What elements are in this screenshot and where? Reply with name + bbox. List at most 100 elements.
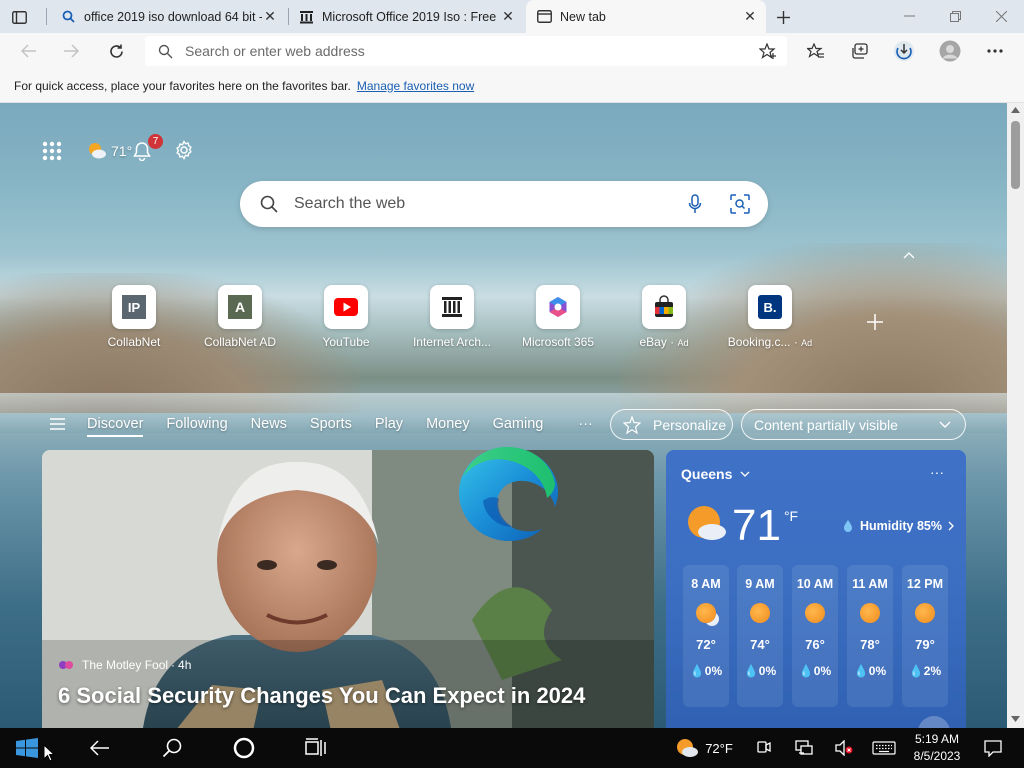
clock-time: 5:19 AM (914, 732, 960, 746)
new-tab-page: 71° 7 Search the web IP CollabNet A Coll… (0, 103, 1007, 728)
clock[interactable]: 5:19 AM 8/5/2023 (906, 728, 968, 768)
tab-actions-button[interactable] (10, 8, 28, 26)
quick-link-internet-archive[interactable]: Internet Arch... (402, 285, 502, 349)
notification-center-button[interactable] (980, 728, 1006, 768)
microphone-icon[interactable] (688, 194, 702, 214)
quick-link-collabnet[interactable]: IP CollabNet (84, 285, 184, 349)
restore-icon (949, 10, 961, 22)
add-favorite-icon[interactable] (759, 43, 777, 60)
collections-icon (852, 42, 868, 59)
quick-link-label: CollabNet (107, 335, 161, 349)
tab-sports[interactable]: Sports (310, 416, 352, 432)
humidity-value: Humidity 85% (860, 519, 942, 533)
tab-title: New tab (560, 9, 606, 24)
weather-scroll-button[interactable] (918, 716, 950, 728)
task-view-button[interactable] (296, 728, 336, 768)
close-icon (995, 10, 1007, 22)
page-settings-button[interactable] (172, 138, 196, 162)
manage-favorites-link[interactable]: Manage favorites now (357, 79, 474, 93)
favorites-bar: For quick access, place your favorites h… (0, 69, 1024, 103)
weather-more-button[interactable]: ··· (930, 464, 944, 480)
tab-new-tab[interactable]: New tab ✕ (526, 0, 766, 33)
profile-button[interactable] (935, 36, 965, 66)
minimize-button[interactable] (898, 6, 920, 26)
action-center-icon (984, 739, 1002, 757)
more-tabs-button[interactable]: ··· (578, 416, 593, 432)
page-scrollbar[interactable] (1007, 103, 1024, 728)
weather-location-dropdown[interactable]: Queens (681, 466, 750, 482)
taskbar-search-button[interactable] (152, 728, 192, 768)
chevron-down-icon (740, 471, 750, 477)
address-placeholder: Search or enter web address (185, 43, 365, 59)
content-visibility-dropdown[interactable]: Content partially visible (741, 409, 966, 440)
settings-and-more-button[interactable] (980, 36, 1010, 66)
forecast-precipitation: 💧2% (908, 664, 942, 678)
tab-search-results[interactable]: office 2019 iso download 64 bit - ✕ (50, 0, 286, 33)
weather-button[interactable]: 71° (86, 139, 132, 163)
personalize-label: Personalize (653, 416, 727, 433)
weather-card[interactable]: Queens ··· 71 °F Humidity 85% 8 AM 72° 💧… (666, 450, 966, 728)
quick-link-microsoft-365[interactable]: Microsoft 365 (508, 285, 608, 349)
keyboard-icon[interactable] (870, 728, 898, 768)
tab-news[interactable]: News (251, 416, 287, 432)
tab-discover[interactable]: Discover (87, 416, 144, 437)
quick-link-label: Microsoft 365 (521, 335, 595, 349)
address-bar[interactable]: Search or enter web address (145, 36, 787, 66)
close-tab-icon[interactable]: ✕ (742, 8, 758, 25)
tab-gaming[interactable]: Gaming (493, 416, 544, 432)
web-search-box[interactable]: Search the web (240, 181, 768, 227)
youtube-icon (324, 285, 368, 329)
droplet-icon: 💧 (908, 664, 924, 678)
sunny-icon (860, 603, 880, 623)
scroll-up-icon[interactable] (1011, 107, 1020, 113)
tab-title: Microsoft Office 2019 Iso : Free D (322, 9, 500, 24)
quick-link-booking[interactable]: B. Booking.c... · Ad (720, 285, 820, 349)
collabnet-icon: IP (112, 285, 156, 329)
tab-strip: office 2019 iso download 64 bit - ✕ Micr… (0, 0, 1024, 33)
forward-arrow-icon (64, 44, 79, 58)
back-button[interactable] (14, 36, 44, 66)
feed-menu-icon[interactable] (50, 418, 65, 430)
hourly-forecast-11am: 11 AM 78° 💧0% (847, 565, 893, 707)
tab-archive-page[interactable]: Microsoft Office 2019 Iso : Free D ✕ (288, 0, 524, 33)
tab-separator (46, 8, 47, 25)
app-launcher-button[interactable] (40, 139, 64, 163)
scrollbar-thumb[interactable] (1011, 121, 1020, 189)
refresh-button[interactable] (101, 36, 131, 66)
quick-link-ebay[interactable]: eBay · Ad (614, 285, 714, 349)
quick-link-youtube[interactable]: YouTube (296, 285, 396, 349)
ad-badge: Ad (801, 338, 813, 348)
new-tab-button[interactable] (772, 6, 794, 28)
close-tab-icon[interactable]: ✕ (262, 8, 278, 25)
favorites-button[interactable] (801, 36, 831, 66)
droplet-icon: 💧 (743, 664, 759, 678)
volume-muted-icon[interactable] (832, 728, 856, 768)
collapse-chevron-icon[interactable] (900, 246, 918, 264)
collections-button[interactable] (845, 36, 875, 66)
news-card[interactable]: The Motley Fool · 4h 6 Social Security C… (42, 450, 654, 728)
close-window-button[interactable] (990, 6, 1012, 26)
tab-following[interactable]: Following (166, 416, 227, 432)
scroll-down-icon[interactable] (1011, 716, 1020, 722)
network-icon[interactable] (792, 728, 816, 768)
cortana-button[interactable] (224, 728, 264, 768)
taskbar-back-button[interactable] (80, 728, 120, 768)
add-quick-link-button[interactable] (864, 311, 886, 333)
tab-play[interactable]: Play (375, 416, 403, 432)
forecast-time: 10 AM (796, 577, 834, 591)
news-headline[interactable]: 6 Social Security Changes You Can Expect… (58, 683, 585, 709)
tab-money[interactable]: Money (426, 416, 470, 432)
forward-button[interactable] (56, 36, 86, 66)
quick-link-collabnet-ad[interactable]: A CollabNet AD (190, 285, 290, 349)
visual-search-icon[interactable] (730, 194, 750, 214)
close-tab-icon[interactable]: ✕ (500, 8, 516, 25)
restore-button[interactable] (944, 6, 966, 26)
humidity-link[interactable]: Humidity 85% (841, 519, 954, 533)
downloads-button[interactable] (889, 36, 919, 66)
news-source-name: The Motley Fool (82, 658, 169, 672)
clock-date: 8/5/2023 (913, 749, 961, 763)
meet-now-icon[interactable] (752, 728, 776, 768)
personalize-button[interactable]: Personalize (610, 409, 733, 440)
hourly-forecast-9am: 9 AM 74° 💧0% (737, 565, 783, 707)
taskbar-weather[interactable]: 72°F (672, 728, 736, 768)
